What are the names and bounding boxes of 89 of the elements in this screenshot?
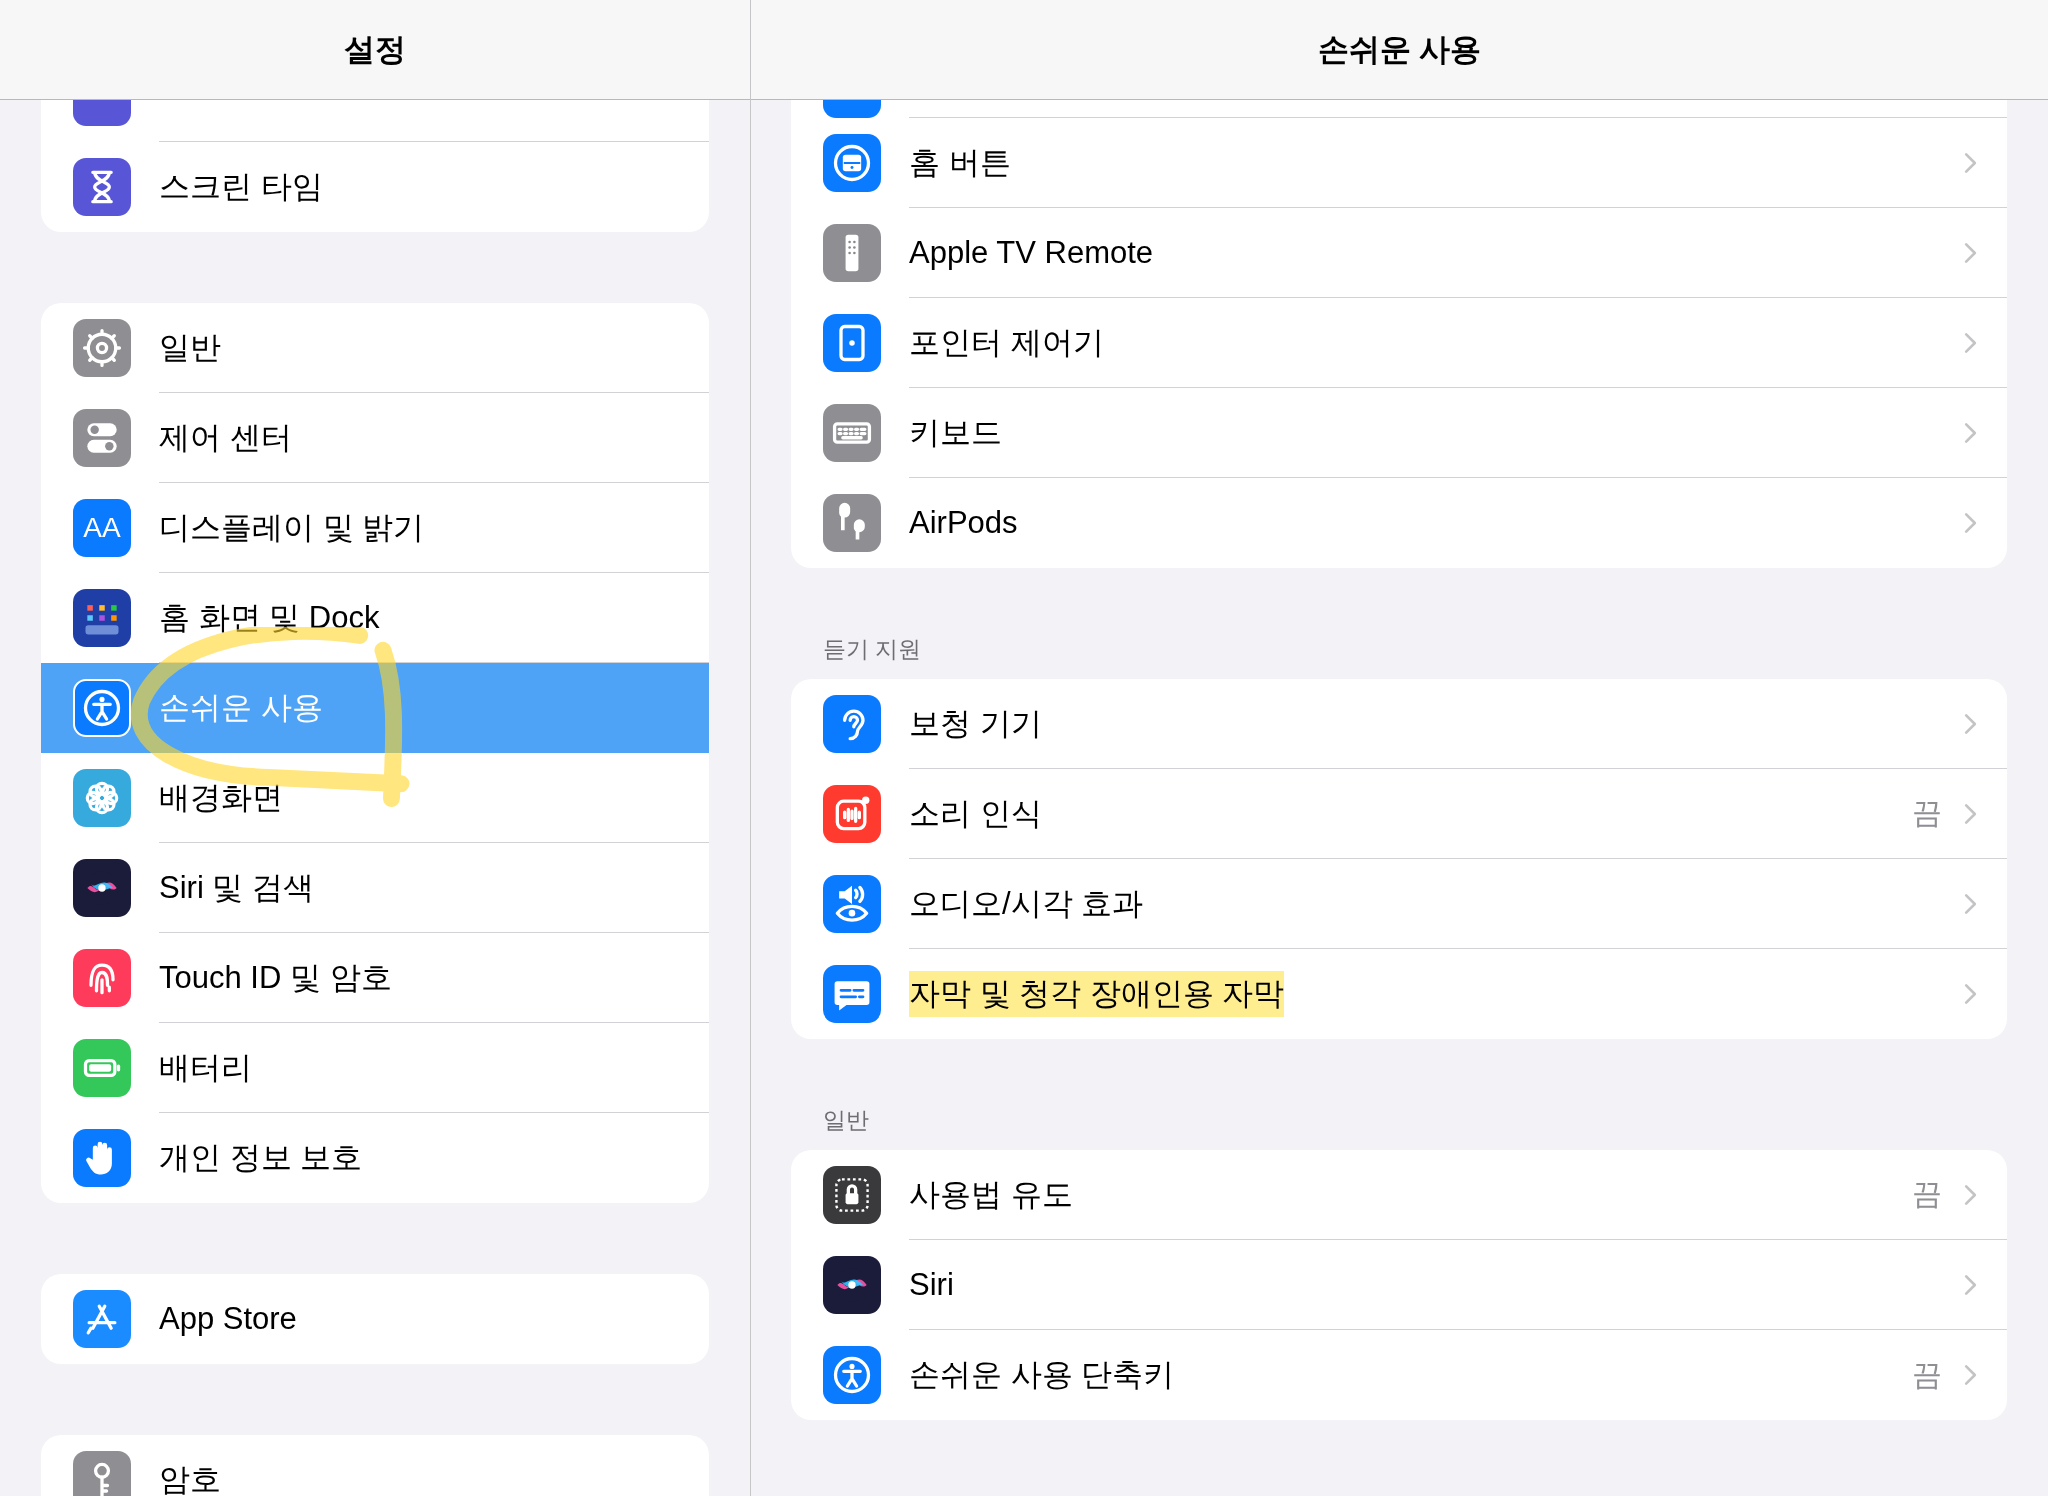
settings-row[interactable]: 손쉬운 사용 단축키 끔 <box>791 1330 2007 1420</box>
chevron-icon <box>1964 512 1977 534</box>
earbuds-icon <box>823 494 881 552</box>
settings-row[interactable]: Siri <box>791 1240 2007 1330</box>
chevron-icon <box>1964 1273 1977 1296</box>
settings-row[interactable]: Apple TV Remote <box>791 208 2007 298</box>
chevron-icon <box>1964 331 1977 354</box>
sidebar-label: 개인 정보 보호 <box>159 1139 364 1177</box>
navigation-title: 손쉬운 사용 <box>1317 30 1482 69</box>
settings-row[interactable]: AirPods <box>791 478 2007 568</box>
fingerprint-icon <box>73 949 131 1007</box>
settings-row[interactable]: 오디오/시각 효과 <box>791 859 2007 949</box>
remote-icon <box>823 224 881 282</box>
chevron-icon <box>1964 1364 1977 1386</box>
settings-row[interactable]: 키보드 <box>791 388 2007 478</box>
sidebar-label: App Store <box>159 1301 298 1337</box>
settings-row[interactable]: 자막 및 청각 장애인용 자막 <box>791 949 2007 1039</box>
chevron-icon <box>1964 712 1977 735</box>
home-button-icon <box>823 134 881 192</box>
home-screen-icon <box>73 589 131 647</box>
hand-icon <box>73 1129 131 1187</box>
row-value: 끔 <box>1912 1356 1942 1393</box>
sound-recognition-icon <box>823 785 881 843</box>
navigation-title: 설정 <box>344 30 406 69</box>
sidebar-label: 배터리 <box>159 1048 253 1087</box>
section-header: 듣기 지원 <box>823 635 922 664</box>
chevron-icon <box>1964 983 1977 1005</box>
sidebar-item[interactable]: 암호 <box>41 1435 709 1496</box>
sidebar-label: 배경화면 <box>159 778 284 817</box>
row-label: 자막 및 청각 장애인용 자막 <box>909 971 1285 1017</box>
sidebar-label: 제어 센터 <box>159 418 293 457</box>
settings-row[interactable]: 포인터 제어기 <box>791 298 2007 388</box>
accessibility-icon <box>73 679 131 737</box>
row-label: 키보드 <box>909 413 1002 452</box>
chevron-icon <box>1964 151 1977 174</box>
sidebar-item[interactable]: App Store <box>41 1274 709 1364</box>
chevron-icon <box>1964 892 1977 915</box>
settings-row[interactable]: 소리 인식 끔 <box>791 769 2007 859</box>
app-store-icon <box>73 1290 131 1348</box>
row-label: 홈 버튼 <box>909 143 1011 182</box>
sidebar-item[interactable]: 제어 센터 <box>41 393 709 483</box>
chevron-icon <box>1964 802 1977 825</box>
row-label: Siri <box>909 1266 954 1303</box>
settings-row[interactable]: 보청 기기 <box>791 679 2007 769</box>
sidebar-item[interactable]: Siri 및 검색 <box>41 843 709 933</box>
row-label: 소리 인식 <box>909 794 1042 833</box>
battery-icon <box>73 1039 131 1097</box>
sidebar-item[interactable]: AA 디스플레이 및 밝기 <box>41 483 709 573</box>
hourglass-icon <box>73 158 131 216</box>
ear-icon <box>823 695 881 753</box>
row-value: 끔 <box>1912 795 1942 831</box>
settings-row[interactable]: 사용법 유도 끔 <box>791 1150 2007 1240</box>
display-icon: AA <box>73 499 131 557</box>
section-header: 일반 <box>823 1106 869 1135</box>
settings-icon <box>73 319 131 377</box>
row-label: Apple TV Remote <box>909 234 1154 271</box>
sidebar-item[interactable]: 일반 <box>41 303 709 393</box>
sidebar-label: 디스플레이 및 밝기 <box>159 508 426 547</box>
sidebar-label: 일반 <box>159 328 222 367</box>
row-label: 손쉬운 사용 단축키 <box>909 1356 1175 1394</box>
chevron-icon <box>1964 1183 1977 1206</box>
sidebar-label: 손쉬운 사용 <box>159 688 324 727</box>
sidebar-label: 홈 화면 및 Dock <box>159 598 381 637</box>
chevron-icon <box>1964 421 1977 444</box>
audio-visual-icon <box>823 875 881 933</box>
row-label: 사용법 유도 <box>909 1175 1073 1214</box>
sidebar-label: 스크린 타임 <box>159 168 324 206</box>
sidebar-label: 암호 <box>159 1461 222 1496</box>
sidebar-label: Siri 및 검색 <box>159 868 315 907</box>
row-value: 끔 <box>1912 1176 1942 1212</box>
sidebar-item[interactable]: 배경화면 <box>41 753 709 843</box>
sidebar-item[interactable]: 개인 정보 보호 <box>41 1113 709 1203</box>
pointer-icon <box>823 314 881 372</box>
row-label: AirPods <box>909 505 1018 541</box>
flower-icon <box>73 769 131 827</box>
captions-icon <box>823 965 881 1023</box>
guided-access-icon <box>823 1166 881 1224</box>
toggles-icon <box>73 409 131 467</box>
keyboard-icon <box>823 404 881 462</box>
row-label: 오디오/시각 효과 <box>909 884 1144 923</box>
settings-row[interactable]: 홈 버튼 <box>791 118 2007 208</box>
row-label: 보청 기기 <box>909 704 1042 743</box>
sidebar-item[interactable]: 스크린 타임 <box>41 142 709 232</box>
chevron-icon <box>1964 241 1977 264</box>
sidebar-item[interactable]: 배터리 <box>41 1023 709 1113</box>
sidebar-item[interactable]: Touch ID 및 암호 <box>41 933 709 1023</box>
row-label: 포인터 제어기 <box>909 323 1104 362</box>
accessibility-icon <box>823 1346 881 1404</box>
sidebar-label: Touch ID 및 암호 <box>159 958 393 997</box>
